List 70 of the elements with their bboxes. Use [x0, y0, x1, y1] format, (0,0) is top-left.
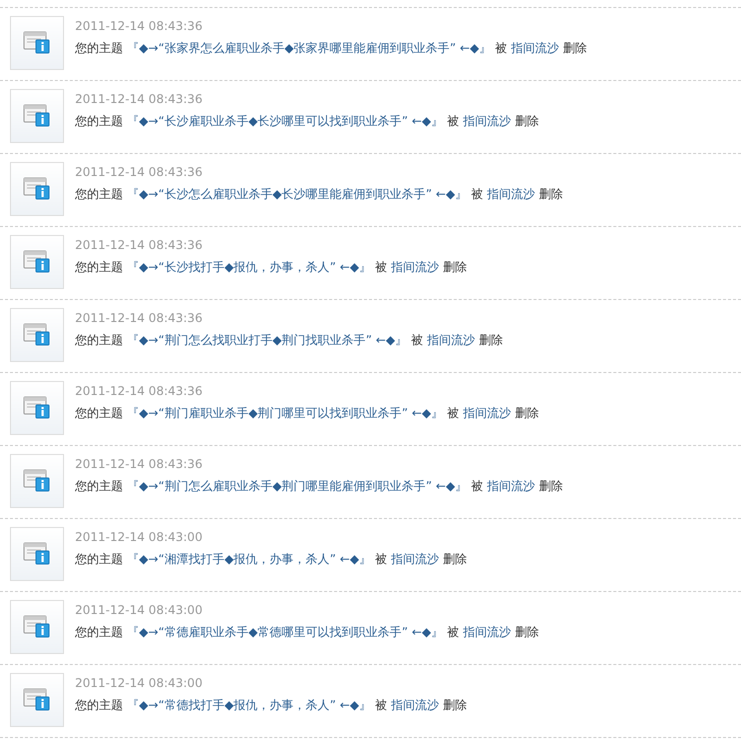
topic-link[interactable]: 『◆→“荆门怎么找职业打手◆荆门找职业杀手” ←◆』: [127, 333, 408, 347]
notice-action: 删除: [479, 333, 504, 347]
notice-time: 2011-12-14 08:43:36: [75, 456, 202, 472]
notice-prefix: 您的主题: [75, 625, 123, 639]
notice-prefix: 您的主题: [75, 187, 123, 201]
user-link[interactable]: 指间流沙: [487, 187, 536, 201]
user-link[interactable]: 指间流沙: [463, 114, 512, 128]
info-window-icon: [23, 687, 51, 713]
notice-by: 被: [375, 260, 388, 274]
notice-time: 2011-12-14 08:43:36: [75, 383, 202, 399]
user-link[interactable]: 指间流沙: [511, 41, 560, 55]
notice-time: 2011-12-14 08:43:36: [75, 164, 202, 180]
topic-link[interactable]: 『◆→“长沙怎么雇职业杀手◆长沙哪里能雇佣到职业杀手” ←◆』: [127, 187, 468, 201]
notice-prefix: 您的主题: [75, 114, 123, 128]
notice-prefix: 您的主题: [75, 41, 123, 55]
notice-action: 删除: [443, 698, 468, 712]
notice-time: 2011-12-14 08:43:00: [75, 529, 202, 545]
user-link[interactable]: 指间流沙: [463, 406, 512, 420]
topic-link[interactable]: 『◆→“长沙找打手◆报仇，办事，杀人” ←◆』: [127, 260, 372, 274]
notice-prefix: 您的主题: [75, 333, 123, 347]
info-window-icon: [23, 249, 51, 275]
info-window-icon: [23, 541, 51, 567]
topic-link[interactable]: 『◆→“荆门雇职业杀手◆荆门哪里可以找到职业杀手” ←◆』: [127, 406, 444, 420]
notice-action: 删除: [515, 406, 540, 420]
notice-action: 删除: [515, 114, 540, 128]
info-window-icon: [23, 103, 51, 129]
user-link[interactable]: 指间流沙: [487, 479, 536, 493]
info-window-icon: [23, 322, 51, 348]
notice-action: 删除: [443, 260, 468, 274]
info-window-icon: [23, 614, 51, 640]
notice-by: 被: [447, 625, 460, 639]
notice-by: 被: [495, 41, 508, 55]
user-link[interactable]: 指间流沙: [463, 625, 512, 639]
notice-time: 2011-12-14 08:43:36: [75, 91, 202, 107]
topic-link[interactable]: 『◆→“湘潭找打手◆报仇，办事，杀人” ←◆』: [127, 552, 372, 566]
info-window-icon: [23, 468, 51, 494]
notice-time: 2011-12-14 08:43:36: [75, 310, 202, 326]
notice-by: 被: [375, 552, 388, 566]
notice-by: 被: [471, 187, 484, 201]
notice-action: 删除: [515, 625, 540, 639]
notice-action: 删除: [539, 187, 564, 201]
notice-time: 2011-12-14 08:43:36: [75, 237, 202, 253]
notice-prefix: 您的主题: [75, 552, 123, 566]
topic-link[interactable]: 『◆→“长沙雇职业杀手◆长沙哪里可以找到职业杀手” ←◆』: [127, 114, 444, 128]
user-link[interactable]: 指间流沙: [427, 333, 476, 347]
notice-time: 2011-12-14 08:43:36: [75, 18, 202, 34]
info-window-icon: [23, 395, 51, 421]
notice-by: 被: [447, 114, 460, 128]
topic-link[interactable]: 『◆→“常德雇职业杀手◆常德哪里可以找到职业杀手” ←◆』: [127, 625, 444, 639]
topic-link[interactable]: 『◆→“张家界怎么雇职业杀手◆张家界哪里能雇佣到职业杀手” ←◆』: [127, 41, 492, 55]
notice-prefix: 您的主题: [75, 260, 123, 274]
notice-prefix: 您的主题: [75, 406, 123, 420]
notice-by: 被: [375, 698, 388, 712]
notice-prefix: 您的主题: [75, 479, 123, 493]
user-link[interactable]: 指间流沙: [391, 260, 440, 274]
notice-time: 2011-12-14 08:43:00: [75, 602, 202, 618]
info-window-icon: [23, 176, 51, 202]
user-link[interactable]: 指间流沙: [391, 698, 440, 712]
notice-action: 删除: [539, 479, 564, 493]
notice-prefix: 您的主题: [75, 698, 123, 712]
notice-time: 2011-12-14 08:43:00: [75, 675, 202, 691]
topic-link[interactable]: 『◆→“常德找打手◆报仇，办事，杀人” ←◆』: [127, 698, 372, 712]
notice-by: 被: [411, 333, 424, 347]
notice-action: 删除: [563, 41, 588, 55]
notice-by: 被: [447, 406, 460, 420]
notice-action: 删除: [443, 552, 468, 566]
user-link[interactable]: 指间流沙: [391, 552, 440, 566]
info-window-icon: [23, 30, 51, 56]
notice-by: 被: [471, 479, 484, 493]
topic-link[interactable]: 『◆→“荆门怎么雇职业杀手◆荆门哪里能雇佣到职业杀手” ←◆』: [127, 479, 468, 493]
